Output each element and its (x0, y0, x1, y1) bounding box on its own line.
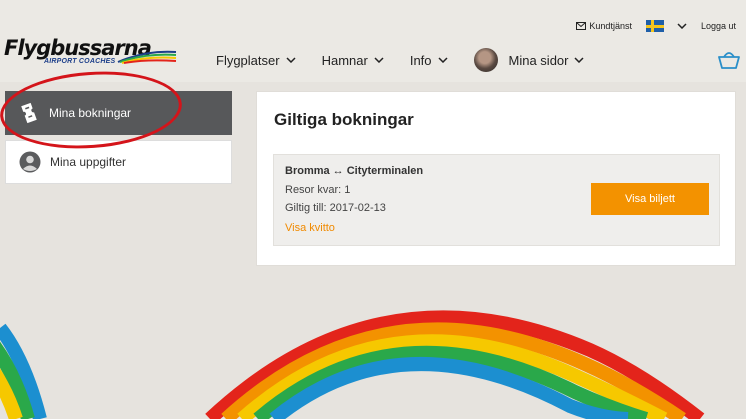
chevron-down-icon (374, 57, 384, 63)
nav-ports-label: Hamnar (321, 52, 368, 68)
logout-link[interactable]: Logga ut (701, 21, 736, 31)
show-receipt-link[interactable]: Visa kvitto (285, 222, 335, 234)
language-selector[interactable] (645, 20, 687, 32)
avatar (473, 48, 498, 72)
chevron-down-icon (286, 57, 296, 63)
sidebar-item-label: Mina uppgifter (50, 155, 127, 169)
nav-my-pages-label: Mina sidor (508, 52, 569, 68)
support-link[interactable]: Kundtjänst (576, 21, 632, 31)
nav-info-label: Info (409, 52, 432, 68)
booking-route: Bromma ↔ Cityterminalen (285, 165, 424, 177)
user-icon (18, 151, 42, 173)
nav-airports-label: Flygplatser (216, 52, 280, 68)
cart-button[interactable] (718, 48, 740, 75)
nav-info[interactable]: Info (410, 53, 448, 68)
utility-bar: Kundtjänst Logga ut (576, 20, 736, 32)
chevron-down-icon (437, 57, 448, 63)
sidebar-item-bookings[interactable]: Mina bokningar (5, 91, 232, 135)
rainbow-ribbon-decoration (0, 310, 705, 419)
booking-item: Bromma ↔ Cityterminalen Resor kvar: 1 Gi… (273, 154, 720, 246)
swedish-flag-icon (645, 20, 664, 32)
page-title: Giltiga bokningar (274, 110, 414, 129)
chevron-down-icon (677, 21, 687, 31)
basket-icon (718, 52, 740, 69)
logo[interactable]: Flygbussarna AIRPORT COACHES (4, 36, 184, 68)
sidebar-item-label: Mina bokningar (49, 106, 132, 120)
bookings-card: Giltiga bokningar Bromma ↔ Cityterminale… (256, 91, 736, 266)
support-label: Kundtjänst (589, 21, 632, 31)
logo-subtitle: AIRPORT COACHES (44, 58, 116, 65)
mail-icon (576, 22, 587, 30)
sidebar-item-details[interactable]: Mina uppgifter (5, 140, 232, 184)
ticket-icon (17, 102, 41, 124)
logo-swoosh-icon (117, 50, 177, 64)
valid-until: Giltig till: 2017-02-13 (285, 202, 386, 214)
nav-my-pages[interactable]: Mina sidor (473, 48, 585, 72)
nav-airports[interactable]: Flygplatser (216, 53, 296, 68)
sidebar: Mina bokningar Mina uppgifter (5, 91, 232, 184)
nav-ports[interactable]: Hamnar (322, 53, 384, 68)
main-nav: Flygplatser Hamnar Info Mina sidor (216, 48, 585, 72)
chevron-down-icon (574, 57, 585, 63)
show-ticket-button[interactable]: Visa biljett (591, 183, 709, 215)
trips-left: Resor kvar: 1 (285, 184, 351, 196)
